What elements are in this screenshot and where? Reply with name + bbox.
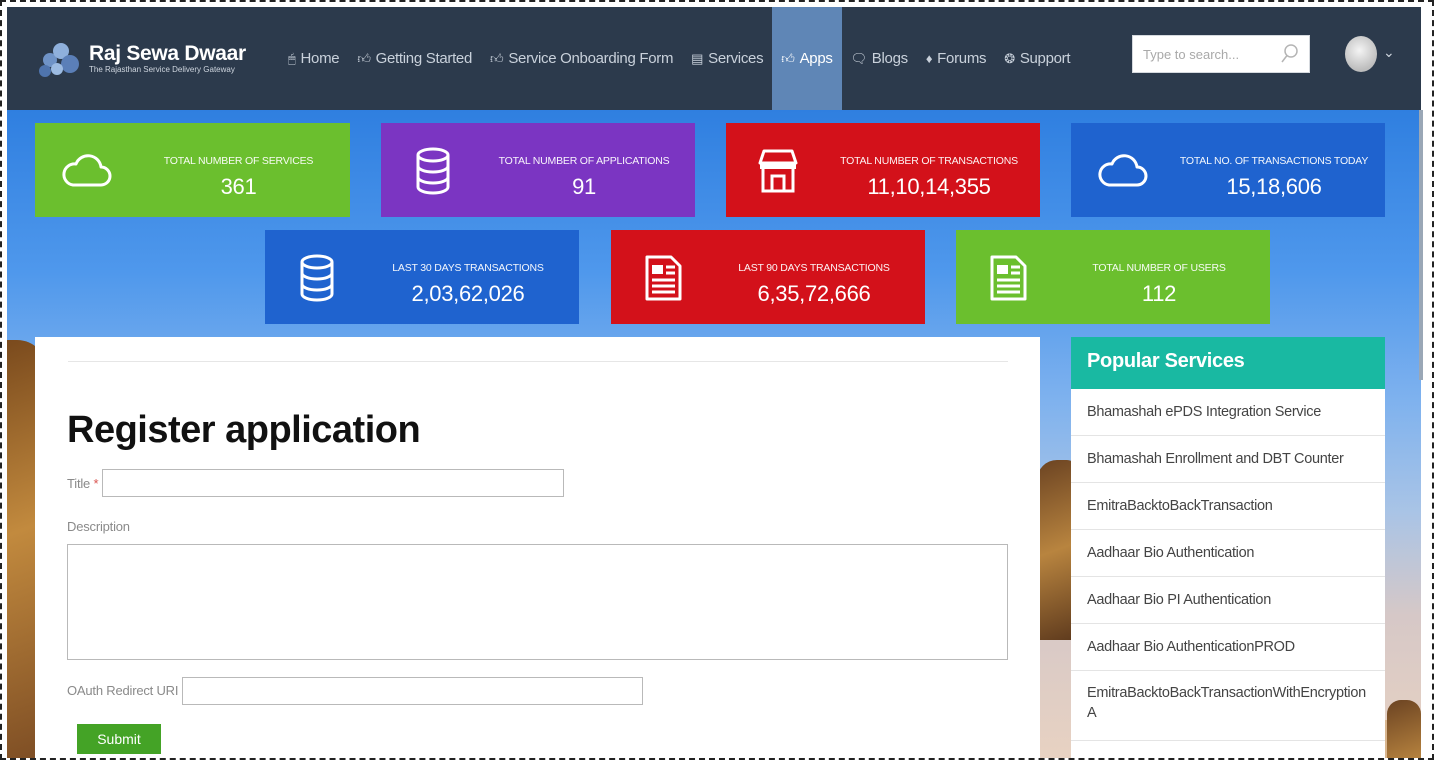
stat-label: LAST 90 DAYS TRANSACTIONS	[738, 262, 890, 274]
thumbs-up-icon: 👍︎	[357, 50, 371, 66]
nav-item-label: Apps	[799, 50, 833, 67]
title-label-text: Title	[67, 476, 91, 491]
title-label: Title *	[67, 476, 99, 491]
brand-subtitle: The Rajasthan Service Delivery Gateway	[89, 64, 235, 74]
oauth-redirect-label: OAuth Redirect URI	[67, 683, 179, 698]
stat-label: LAST 30 DAYS TRANSACTIONS	[392, 262, 544, 274]
page-scrollbar[interactable]	[1419, 110, 1423, 380]
document-icon	[990, 255, 1027, 301]
list-item[interactable]: Bhamashah ePDS Integration Service	[1071, 389, 1385, 436]
lifebuoy-icon: ❂	[1004, 50, 1015, 66]
main-nav: 🖱 Home 👍︎ Getting Started 👍︎ Service Onb…	[279, 7, 1079, 110]
stat-label: TOTAL NUMBER OF TRANSACTIONS	[840, 155, 1018, 167]
nav-item-home[interactable]: 🖱 Home	[279, 7, 348, 110]
logo-mark-icon	[39, 39, 81, 79]
database-icon	[300, 254, 334, 302]
list-item[interactable]: EmitraBacktoBackTransaction	[1071, 483, 1385, 530]
stat-value: 112	[1141, 281, 1177, 306]
stat-value: 6,35,72,666	[757, 281, 871, 306]
list-item[interactable]: EmitraBacktoBackTransactionWithEncryptio…	[1071, 671, 1385, 741]
thumbs-up-icon: 👍︎	[781, 50, 795, 66]
required-marker: *	[93, 476, 99, 491]
nav-item-apps[interactable]: 👍︎ Apps	[772, 7, 842, 110]
nav-item-support[interactable]: ❂ Support	[995, 7, 1079, 110]
stat-value: 15,18,606	[1226, 174, 1322, 199]
stat-tile-total-applications: TOTAL NUMBER OF APPLICATIONS 91	[381, 123, 695, 217]
user-avatar[interactable]	[1345, 36, 1377, 72]
title-field[interactable]	[102, 469, 564, 497]
stat-label: TOTAL NO. OF TRANSACTIONS TODAY	[1179, 155, 1369, 167]
nav-item-forums[interactable]: ♦ Forums	[917, 7, 995, 110]
page-title: Register application	[67, 409, 421, 451]
stat-value: 361	[220, 174, 257, 199]
document-icon	[645, 255, 682, 301]
stat-tile-transactions-today: TOTAL NO. OF TRANSACTIONS TODAY 15,18,60…	[1071, 123, 1385, 217]
stat-tile-total-services: TOTAL NUMBER OF SERVICES 361	[35, 123, 350, 217]
stat-value: 2,03,62,026	[411, 281, 525, 306]
stat-value: 91	[572, 174, 596, 199]
nav-item-label: Service Onboarding Form	[508, 50, 674, 67]
divider	[68, 361, 1008, 362]
oauth-redirect-field[interactable]	[182, 677, 643, 705]
database-icon	[416, 147, 450, 195]
nav-item-label: Getting Started	[375, 50, 473, 67]
description-field[interactable]	[67, 544, 1008, 660]
brand-logo[interactable]: Raj Sewa Dwaar The Rajasthan Service Del…	[39, 39, 279, 79]
nav-item-getting-started[interactable]: 👍︎ Getting Started	[348, 7, 481, 110]
list-item[interactable]: Bhamashah Enrollment and DBT Counter	[1071, 436, 1385, 483]
nav-item-blogs[interactable]: 🗨︎ Blogs	[842, 7, 917, 110]
stat-tile-last-90-days: LAST 90 DAYS TRANSACTIONS 6,35,72,666	[611, 230, 925, 324]
stat-tile-total-transactions: TOTAL NUMBER OF TRANSACTIONS 11,10,14,35…	[726, 123, 1040, 217]
stat-tile-last-30-days: LAST 30 DAYS TRANSACTIONS 2,03,62,026	[265, 230, 579, 324]
popular-services-heading: Popular Services	[1071, 337, 1385, 389]
stat-label: TOTAL NUMBER OF SERVICES	[163, 155, 314, 167]
list-item[interactable]: Aadhaar Bio Authentication	[1071, 530, 1385, 577]
stat-label: TOTAL NUMBER OF USERS	[1092, 262, 1226, 274]
list-item[interactable]: Aadhaar Bio PI Authentication	[1071, 577, 1385, 624]
chevron-down-icon[interactable]: ⌄	[1383, 44, 1395, 61]
camel-image-far	[1387, 700, 1421, 758]
popular-services-list: Bhamashah ePDS Integration Service Bhama…	[1071, 389, 1385, 741]
submit-button[interactable]: Submit	[77, 724, 161, 754]
nav-item-label: Services	[708, 50, 764, 67]
nav-item-services[interactable]: ▤ Services	[682, 7, 772, 110]
nav-item-label: Support	[1019, 50, 1071, 67]
brand-title: Raj Sewa Dwaar	[89, 41, 246, 65]
nav-item-label: Home	[300, 50, 340, 67]
description-label: Description	[67, 519, 130, 534]
thumbs-up-icon: 👍︎	[490, 50, 504, 66]
search-input[interactable]	[1133, 36, 1273, 72]
nav-item-label: Blogs	[871, 50, 908, 67]
store-icon	[758, 149, 798, 193]
search-icon[interactable]	[1281, 43, 1299, 65]
register-application-panel: Register application Title * Description…	[35, 337, 1040, 760]
cloud-icon	[62, 154, 112, 187]
stat-value: 11,10,14,355	[867, 174, 991, 199]
diamond-icon: ♦	[925, 51, 933, 66]
search-box	[1132, 35, 1310, 73]
nav-item-service-onboarding-form[interactable]: 👍︎ Service Onboarding Form	[481, 7, 682, 110]
list-item[interactable]: Aadhaar Bio AuthenticationPROD	[1071, 624, 1385, 671]
stat-label: TOTAL NUMBER OF APPLICATIONS	[498, 155, 670, 167]
monitor-icon: 🖱	[288, 50, 296, 66]
chat-icon: 🗨︎	[850, 50, 868, 66]
popular-services-panel: Popular Services Bhamashah ePDS Integrat…	[1071, 337, 1385, 760]
stat-tile-total-users: TOTAL NUMBER OF USERS 112	[956, 230, 1270, 324]
cloud-icon	[1098, 154, 1148, 187]
nav-item-label: Forums	[937, 50, 987, 67]
server-icon: ▤	[691, 50, 704, 66]
